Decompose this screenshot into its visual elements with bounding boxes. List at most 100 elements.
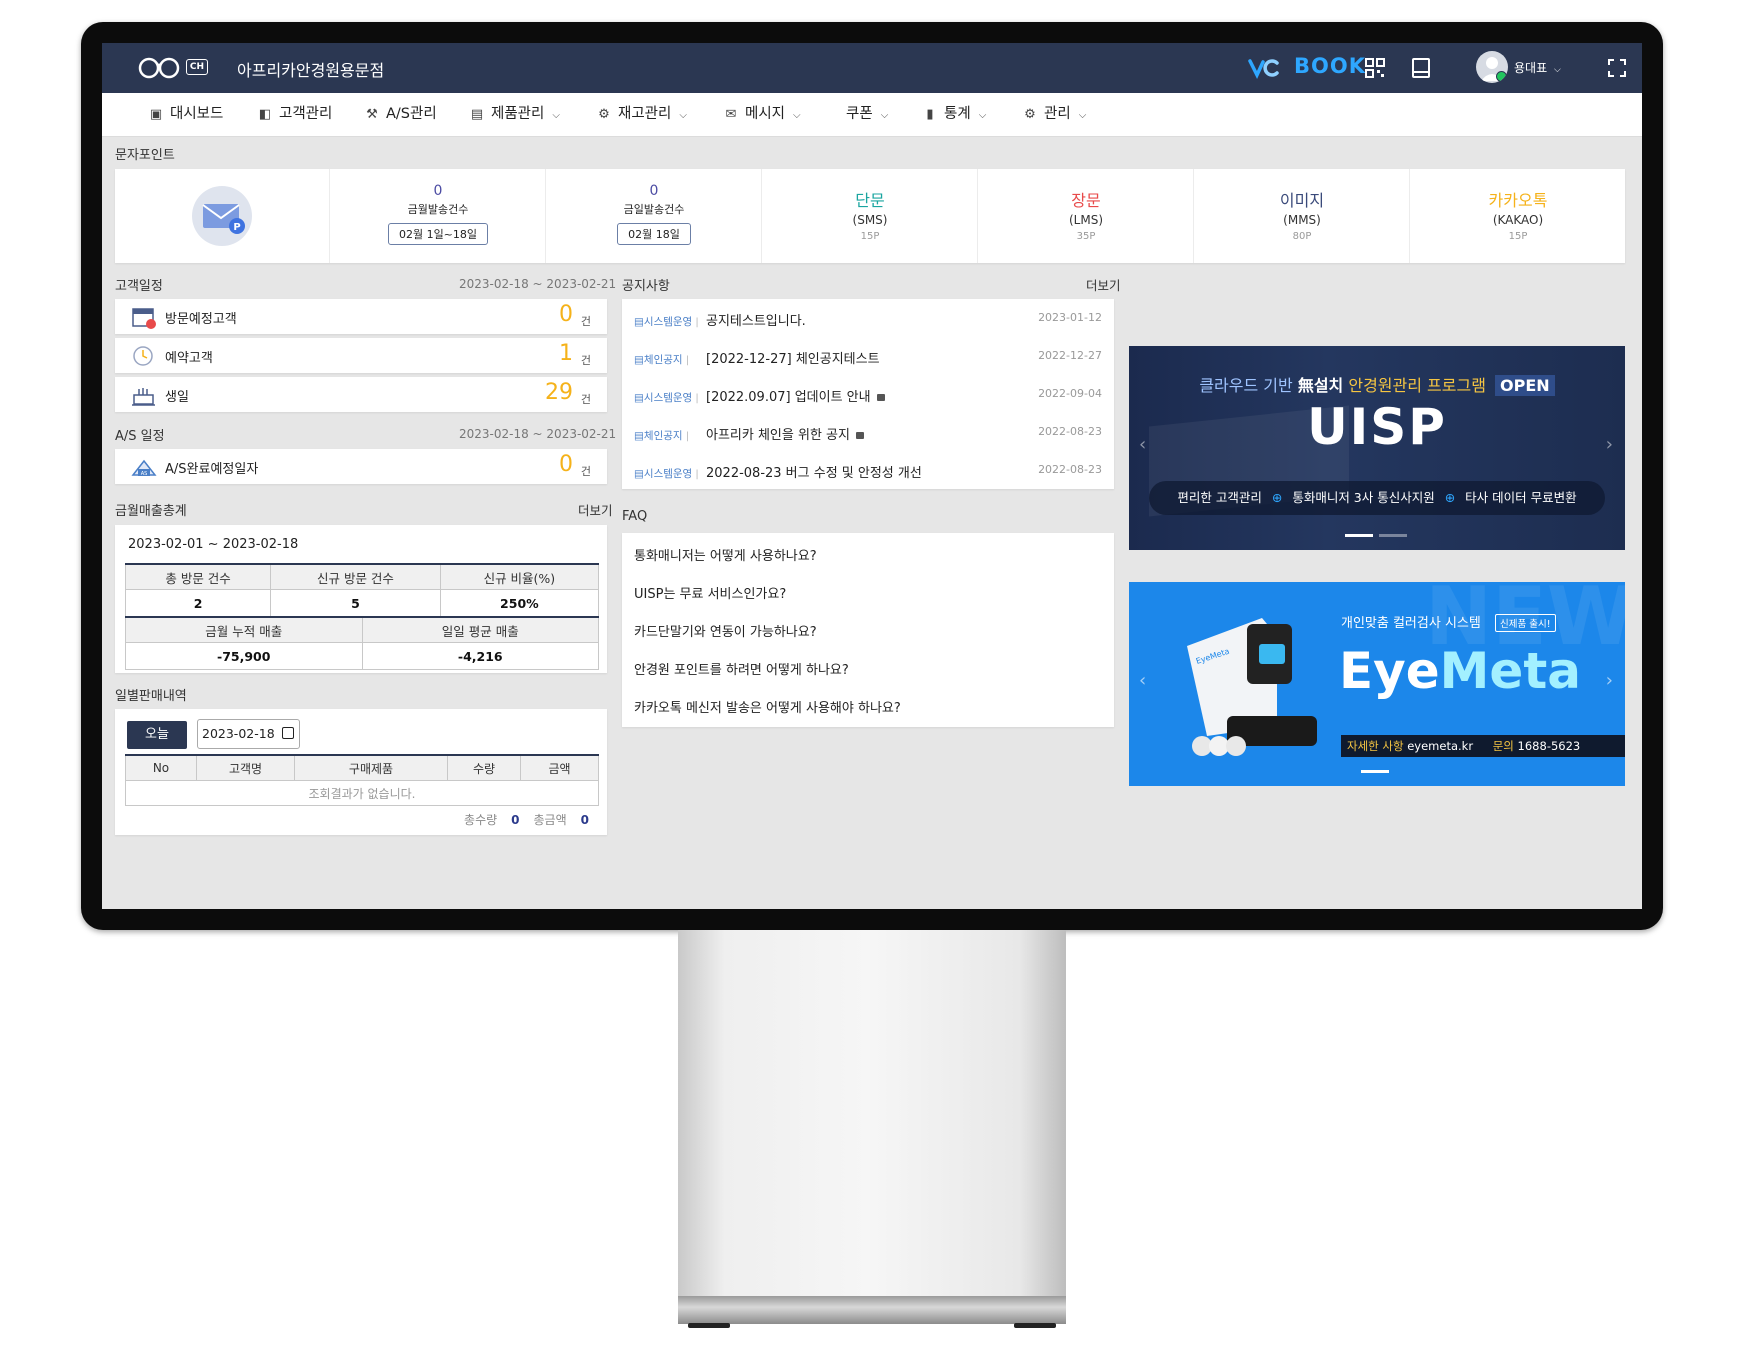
daily-sales-title: 일별판매내역: [115, 689, 187, 704]
faq-item[interactable]: 카카오톡 메신저 발송은 어떻게 사용해야 하나요?: [634, 697, 901, 716]
monitor-stand-base: [678, 1296, 1066, 1328]
as-schedule-range: 2023-02-18 ~ 2023-02-21: [459, 427, 617, 441]
envelope-points-icon: P: [192, 186, 252, 246]
total-qty-label: 총수량: [464, 813, 498, 827]
calendar-icon: [132, 308, 156, 329]
schedule-range: 2023-02-18 ~ 2023-02-21: [459, 277, 617, 291]
feature-item: 타사 데이터 무료변환: [1465, 490, 1577, 505]
carousel-dot[interactable]: [1379, 534, 1407, 537]
lms-type-cell[interactable]: 장문 (LMS) 35P: [977, 169, 1194, 263]
monthly-sent-cell: 0 금월발송건수 02월 1일~18일: [329, 169, 546, 263]
chevron-right-icon[interactable]: ›: [1606, 434, 1613, 455]
sms-type-cell[interactable]: 단문 (SMS) 15P: [761, 169, 978, 263]
lock-icon: [876, 394, 885, 401]
carousel-dot-active[interactable]: [1345, 534, 1373, 537]
notice-item[interactable]: ▤시스템운영 | 공지테스트입니다.: [634, 310, 806, 330]
chevron-down-icon: ⌵: [793, 110, 801, 121]
notices-card: ▤시스템운영 | 공지테스트입니다. 2023-01-12 ▤체인공지 | [202…: [622, 299, 1114, 489]
col-amount: 금액: [520, 754, 599, 781]
calendar-icon[interactable]: [282, 727, 294, 739]
gear-icon: ⚙: [598, 107, 610, 122]
open-badge: OPEN: [1495, 375, 1555, 396]
monthly-revenue-header: 금월 누적 매출: [125, 616, 363, 643]
user-menu[interactable]: 용대표 ⌵: [1514, 59, 1561, 76]
nav-dashboard[interactable]: ▣ 대시보드: [148, 93, 224, 136]
monthly-revenue-value: -75,900: [125, 642, 363, 670]
notice-item[interactable]: ▤체인공지 | 아프리카 체인을 위한 공지: [634, 424, 864, 444]
birthday-row[interactable]: 생일 29 건: [115, 377, 607, 412]
count-unit: 건: [580, 393, 591, 406]
chevron-down-icon: ⌵: [978, 110, 987, 121]
nav-coupons[interactable]: 쿠폰 ⌵: [846, 93, 888, 136]
total-visits-value: 2: [124, 589, 272, 617]
chevron-right-icon[interactable]: ›: [1606, 670, 1613, 691]
nav-inventory[interactable]: ⚙ 재고관리 ⌵: [596, 93, 687, 136]
notice-date: 2022-08-23: [1038, 463, 1102, 476]
uisp-brand: UISP: [1307, 398, 1447, 456]
qr-code-icon[interactable]: [1364, 57, 1386, 79]
carousel-dot-active[interactable]: [1361, 770, 1389, 773]
visit-scheduled-row[interactable]: 방문예정고객 0 건: [115, 299, 607, 334]
avatar[interactable]: [1476, 51, 1508, 83]
notices-title: 공지사항: [622, 279, 670, 294]
book-link[interactable]: BOOK: [1294, 54, 1366, 78]
vc-logo-icon[interactable]: [1248, 56, 1280, 80]
plus-icon: ⊕: [1271, 490, 1283, 505]
nav-customers[interactable]: ◧ 고객관리: [257, 93, 333, 136]
chevron-down-icon: ⌵: [880, 110, 889, 121]
faq-item[interactable]: 통화매니저는 어떻게 사용하나요?: [634, 545, 817, 564]
daily-sent-label: 금일발송건수: [623, 203, 685, 216]
fullscreen-icon[interactable]: [1606, 57, 1628, 79]
notice-category: ▤체인공지 |: [634, 354, 690, 366]
reservation-row[interactable]: 예약고객 1 건: [115, 338, 607, 373]
monthly-sent-count: 0: [433, 183, 443, 199]
mms-type-code: (MMS): [1283, 213, 1321, 227]
notices-more-link[interactable]: 더보기: [1086, 275, 1121, 294]
nav-products[interactable]: ▤ 제품관리 ⌵: [469, 93, 560, 136]
daily-sales-card: 오늘 2023-02-18 No 고객명 구매제품 수량 금액 조회결과가 없습…: [115, 709, 607, 835]
notice-category: ▤시스템운영 |: [634, 316, 699, 328]
nav-messages[interactable]: ✉ 메시지 ⌵: [723, 93, 801, 136]
faq-item[interactable]: 안경원 포인트를 하려면 어떻게 하나요?: [634, 659, 849, 678]
kakao-type-cell[interactable]: 카카오톡 (KAKAO) 15P: [1409, 169, 1626, 263]
mms-type-cell[interactable]: 이미지 (MMS) 80P: [1193, 169, 1410, 263]
feature-item: 편리한 고객관리: [1177, 490, 1262, 505]
chevron-down-icon: ⌵: [1553, 65, 1561, 75]
eyemeta-banner[interactable]: NEW EyeMeta 개인맞춤 컬러검사 시스템 신제품 출시! EyeMet…: [1129, 582, 1625, 786]
today-button[interactable]: 오늘: [127, 721, 187, 749]
notice-item[interactable]: ▤체인공지 | [2022-12-27] 체인공지테스트: [634, 348, 880, 368]
uisp-banner[interactable]: 클라우드 기반 無설치 안경원관리 프로그램 OPEN UISP 편리한 고객관…: [1129, 346, 1625, 550]
chevron-down-icon: ⌵: [552, 110, 560, 121]
mms-type-name: 이미지: [1279, 191, 1325, 210]
chevron-left-icon[interactable]: ‹: [1139, 670, 1146, 691]
sales-more-link[interactable]: 더보기: [578, 500, 613, 519]
chevron-left-icon[interactable]: ‹: [1139, 434, 1146, 455]
nav-statistics[interactable]: ▮ 통계 ⌵: [922, 93, 986, 136]
notice-item[interactable]: ▤시스템운영 | [2022.09.07] 업데이트 안내: [634, 386, 885, 406]
lock-icon: [855, 432, 864, 439]
bookmark-book-icon[interactable]: [1410, 57, 1432, 79]
glasses-logo-icon[interactable]: [138, 56, 182, 80]
faq-item[interactable]: 카드단말기와 연동이 가능하나요?: [634, 621, 817, 640]
new-visits-value: 5: [270, 589, 441, 617]
date-picker-input[interactable]: 2023-02-18: [197, 719, 300, 749]
kakao-type-price: 15P: [1508, 231, 1528, 242]
kakao-type-name: 카카오톡: [1488, 191, 1548, 210]
nav-admin[interactable]: ⚙ 관리 ⌵: [1022, 93, 1086, 136]
notice-item[interactable]: ▤시스템운영 | 2022-08-23 버그 수정 및 안정성 개선: [634, 462, 922, 482]
as-due-label: A/S완료예정일자: [165, 462, 259, 477]
nav-as[interactable]: ⚒ A/S관리: [364, 93, 437, 136]
points-envelope-cell: P: [115, 169, 329, 263]
wrench-icon: ⚒: [366, 107, 378, 122]
reservation-label: 예약고객: [165, 351, 213, 366]
as-due-row[interactable]: AS A/S완료예정일자 0 건: [115, 449, 607, 484]
total-visits-header: 총 방문 건수: [124, 563, 272, 590]
count-unit: 건: [580, 465, 591, 478]
eyemeta-site: eyemeta.kr: [1407, 739, 1474, 753]
online-status-dot: [1496, 71, 1507, 82]
faq-item[interactable]: UISP는 무료 서비스인가요?: [634, 583, 786, 602]
monthly-range-chip: 02월 1일~18일: [387, 223, 489, 245]
notice-date: 2022-08-23: [1038, 425, 1102, 438]
top-bar: CH 아프리카안경원용문점 BOOK 용대표 ⌵: [102, 43, 1642, 93]
book-icon: ◧: [258, 107, 272, 122]
